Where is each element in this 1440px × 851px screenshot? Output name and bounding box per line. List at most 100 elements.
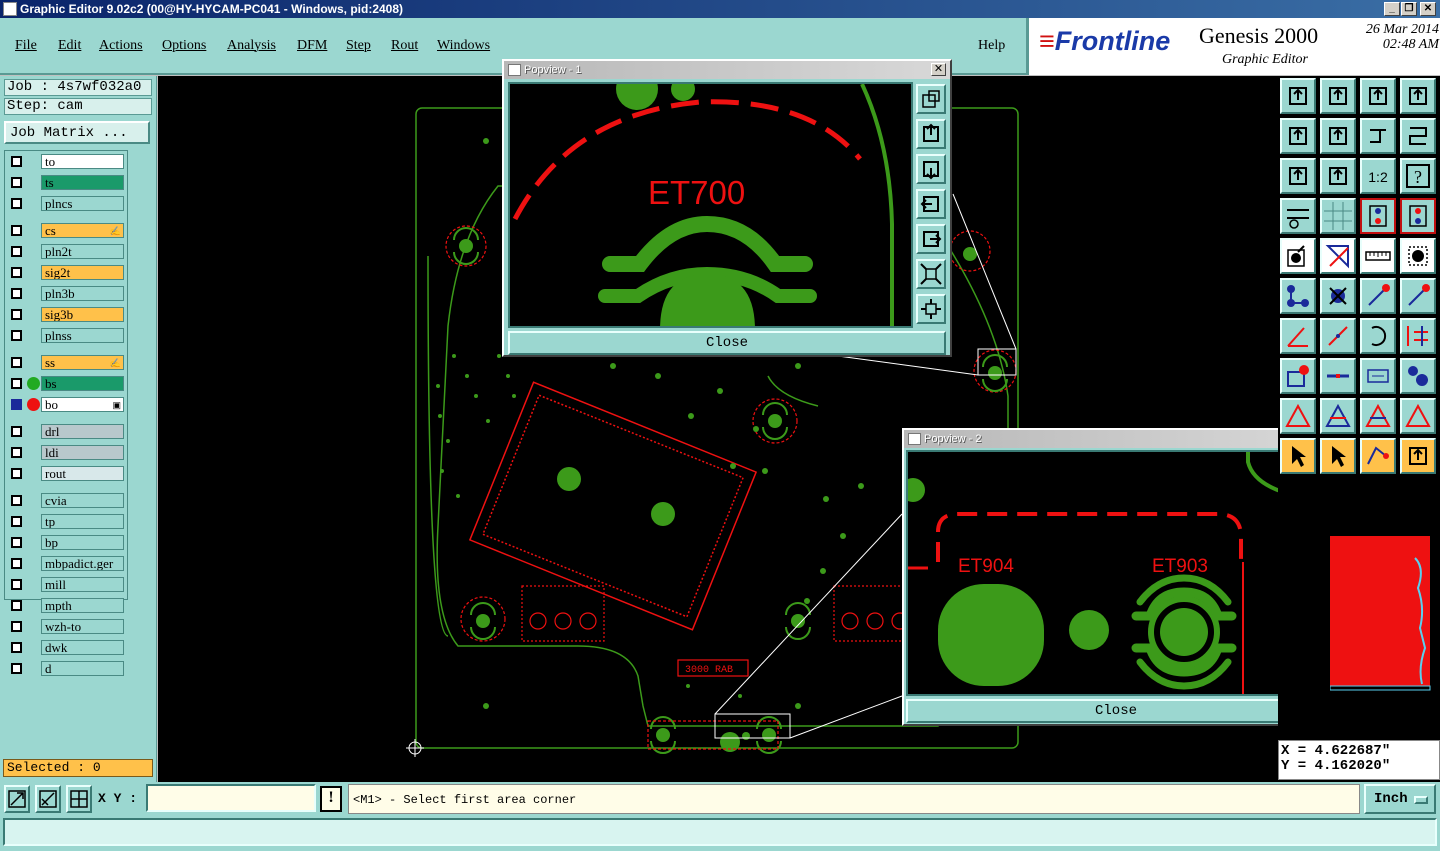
layer-row-drl[interactable]: drl <box>5 424 127 439</box>
layer-name[interactable]: ts <box>41 175 124 190</box>
move-feature-button[interactable] <box>1400 278 1436 314</box>
layer-checkbox[interactable] <box>11 399 22 410</box>
layer-checkbox[interactable] <box>11 447 22 458</box>
close-window-button[interactable]: ✕ <box>1420 2 1436 16</box>
ruler-button[interactable] <box>1360 238 1396 274</box>
popview-pan-left-button[interactable] <box>916 189 946 219</box>
zoom-back-button[interactable] <box>1320 78 1356 114</box>
layer-row-mpth[interactable]: mpth <box>5 598 127 613</box>
layer-row-mbpadict-ger[interactable]: mbpadict.ger <box>5 556 127 571</box>
rotate-button[interactable] <box>1360 318 1396 354</box>
select-polygon-button[interactable] <box>1320 238 1356 274</box>
layer-row-rout[interactable]: rout <box>5 466 127 481</box>
alert-button[interactable]: ! <box>320 786 342 812</box>
menu-help[interactable]: Help <box>978 38 1005 54</box>
menu-step[interactable]: Step <box>346 38 371 54</box>
zoom-fit-button[interactable] <box>1280 158 1316 194</box>
popview-1-close-button[interactable]: Close <box>508 331 946 355</box>
layer-name[interactable]: cvia <box>41 493 124 508</box>
split-line-button[interactable] <box>1320 358 1356 394</box>
job-matrix-button[interactable]: Job Matrix ... <box>4 121 150 144</box>
layer-name[interactable]: rout <box>41 466 124 481</box>
layer-row-sig3b[interactable]: sig3b <box>5 307 127 322</box>
layer-name[interactable]: pln2t <box>41 244 124 259</box>
menu-dfm[interactable]: DFM <box>297 38 327 54</box>
outline-c-button[interactable] <box>1400 398 1436 434</box>
popview-pan-up-button[interactable] <box>916 119 946 149</box>
layer-name[interactable]: bp <box>41 535 124 550</box>
layer-checkbox[interactable] <box>11 330 22 341</box>
layer-checkbox[interactable] <box>11 357 22 368</box>
units-select[interactable]: Inch <box>1364 784 1436 814</box>
layer-checkbox[interactable] <box>11 309 22 320</box>
layer-row-pln2t[interactable]: pln2t <box>5 244 127 259</box>
scale-1-2-button[interactable]: 1:2 <box>1360 158 1396 194</box>
layer-name[interactable]: mpth <box>41 598 124 613</box>
layer-checkbox[interactable] <box>11 267 22 278</box>
layer-row-tp[interactable]: tp <box>5 514 127 529</box>
popview-1-close-x[interactable]: ✕ <box>931 63 946 76</box>
outline-b-button[interactable] <box>1360 398 1396 434</box>
layer-name[interactable]: drl <box>41 424 124 439</box>
layer-checkbox[interactable] <box>11 579 22 590</box>
layer-name[interactable]: mbpadict.ger <box>41 556 124 571</box>
layer-name[interactable]: cs ✍ <box>41 223 124 238</box>
layer-row-ts[interactable]: ts <box>5 175 127 190</box>
layer-name[interactable]: sig2t <box>41 265 124 280</box>
layer-name[interactable]: wzh-to <box>41 619 124 634</box>
layer-checkbox[interactable] <box>11 288 22 299</box>
layer-name[interactable]: ldi <box>41 445 124 460</box>
layer-name[interactable]: ss ✍ <box>41 355 124 370</box>
xy-input[interactable] <box>146 784 316 812</box>
snap-mode-button[interactable] <box>4 785 30 813</box>
layer-checkbox[interactable] <box>11 558 22 569</box>
menu-edit[interactable]: Edit <box>58 38 81 54</box>
layer-row-mill[interactable]: mill <box>5 577 127 592</box>
flip-button[interactable] <box>1360 118 1396 154</box>
delete-feature-button[interactable] <box>1320 278 1356 314</box>
menu-file[interactable]: File <box>15 38 37 54</box>
layer-row-ldi[interactable]: ldi <box>5 445 127 460</box>
layer-checkbox[interactable] <box>11 198 22 209</box>
connect-pads-button[interactable] <box>1280 278 1316 314</box>
layer-name[interactable]: bo ▣ <box>41 397 124 412</box>
layer-checkbox[interactable] <box>11 177 22 188</box>
minimize-button[interactable]: _ <box>1384 2 1400 16</box>
draw-line-button[interactable] <box>1320 318 1356 354</box>
layer-checkbox[interactable] <box>11 516 22 527</box>
triangle-button[interactable] <box>1280 398 1316 434</box>
menu-rout[interactable]: Rout <box>391 38 418 54</box>
layer-checkbox[interactable] <box>11 537 22 548</box>
layer-checkbox[interactable] <box>11 621 22 632</box>
measure-mode-button[interactable] <box>35 785 61 813</box>
layer-row-dwk[interactable]: dwk <box>5 640 127 655</box>
popview-zoom-out-button[interactable] <box>916 294 946 324</box>
layer-row-bo[interactable]: bo ▣ <box>5 397 127 412</box>
layer-name[interactable]: dwk <box>41 640 124 655</box>
popview-1-view[interactable]: ET700 <box>508 82 913 328</box>
layer-row-pln3b[interactable]: pln3b <box>5 286 127 301</box>
add-line-button[interactable] <box>1360 278 1396 314</box>
popview-pan-right-button[interactable] <box>916 224 946 254</box>
layer-checkbox[interactable] <box>11 600 22 611</box>
layer-name[interactable]: mill <box>41 577 124 592</box>
menu-options[interactable]: Options <box>162 38 206 54</box>
popview-zoom-in-button[interactable] <box>916 259 946 289</box>
layer-row-wzh-to[interactable]: wzh-to <box>5 619 127 634</box>
grid-mode-button[interactable] <box>66 785 92 813</box>
add-pad-button[interactable] <box>1280 358 1316 394</box>
menu-analysis[interactable]: Analysis <box>227 38 276 54</box>
help-button[interactable]: ? <box>1400 158 1436 194</box>
layer-name[interactable]: to <box>41 154 124 169</box>
layer-checkbox[interactable] <box>11 225 22 236</box>
snap-settings-button[interactable] <box>1280 198 1316 234</box>
pan-right-button[interactable] <box>1320 118 1356 154</box>
layer-checkbox[interactable] <box>11 246 22 257</box>
mirror-button[interactable] <box>1400 118 1436 154</box>
home-view-button[interactable] <box>1360 78 1396 114</box>
layer-row-plnss[interactable]: plnss <box>5 328 127 343</box>
layer-compare-button[interactable] <box>1360 198 1396 234</box>
popview-zoom-home-button[interactable] <box>916 84 946 114</box>
layer-name[interactable]: d <box>41 661 124 676</box>
layer-name[interactable]: plnss <box>41 328 124 343</box>
